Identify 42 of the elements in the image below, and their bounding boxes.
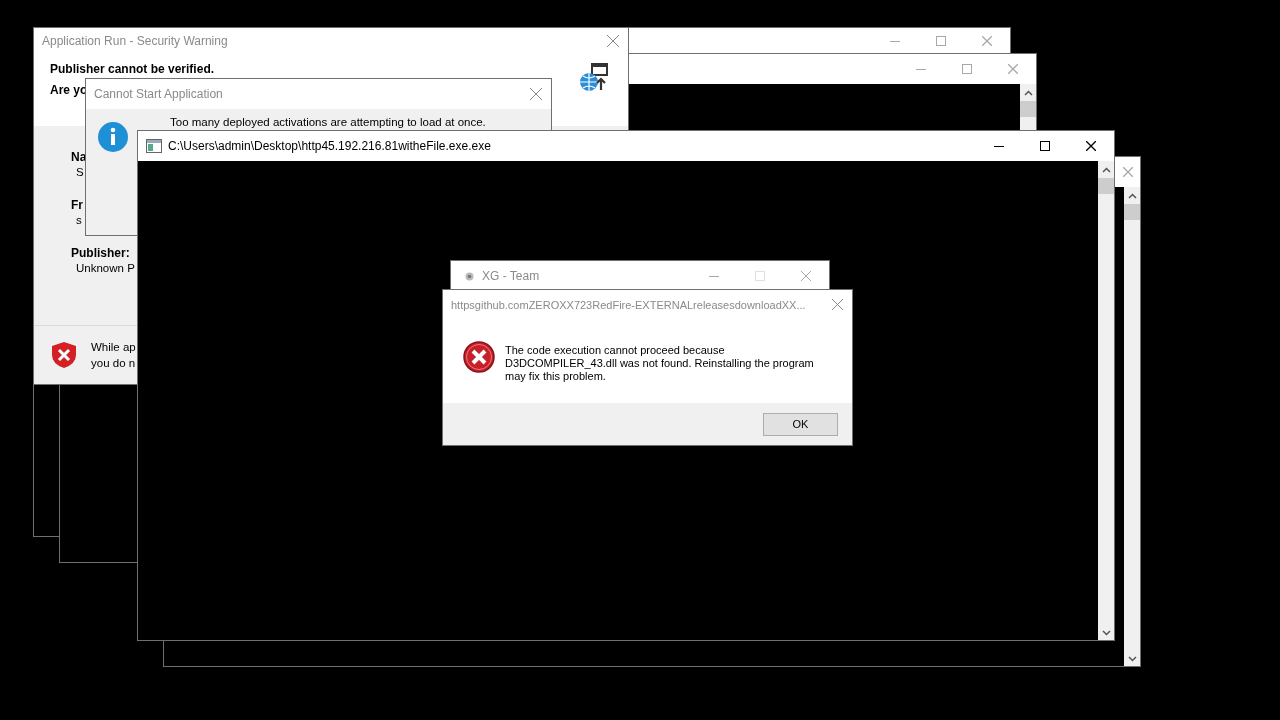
close-icon bbox=[801, 271, 811, 281]
window-title: httpsgithub.comZEROXX723RedFire-EXTERNALreleasesdownloadXX... bbox=[451, 298, 806, 311]
maximize-icon bbox=[1040, 141, 1050, 151]
scrollbar[interactable] bbox=[1124, 187, 1140, 666]
scrollbar[interactable] bbox=[1098, 161, 1114, 640]
close-icon bbox=[1123, 167, 1133, 177]
scrollbar-thumb[interactable] bbox=[1098, 178, 1114, 194]
field-label: Fr bbox=[71, 198, 83, 213]
up-caret-icon bbox=[1101, 167, 1111, 173]
console-icon bbox=[146, 139, 162, 153]
up-caret-icon bbox=[1023, 90, 1033, 96]
window-title: C:\Users\admin\Desktop\http45.192.216.81witheFile.exe.exe bbox=[168, 139, 491, 153]
warning-text: you do n bbox=[91, 356, 136, 371]
heading: Publisher cannot be verified. bbox=[50, 62, 215, 76]
field-label: Publisher: bbox=[71, 246, 130, 261]
globe-icon bbox=[578, 62, 610, 94]
scrollbar-thumb[interactable] bbox=[1124, 204, 1140, 220]
message-text: The code execution cannot proceed because D3DCOMPILER_43.dll was not found. Reinstalling the program may fix this problem. bbox=[505, 344, 815, 383]
field-value: S bbox=[75, 165, 84, 180]
error-icon bbox=[463, 341, 495, 373]
up-caret-icon bbox=[1127, 193, 1137, 199]
close-icon bbox=[607, 34, 619, 47]
message-text: Too many deployed activations are attempting to load at once. bbox=[170, 116, 486, 129]
warning-text: While ap bbox=[91, 340, 136, 355]
scrollbar-thumb[interactable] bbox=[1020, 101, 1036, 117]
field-value: s bbox=[75, 213, 82, 228]
down-caret-icon bbox=[1127, 656, 1137, 662]
scrollbar[interactable] bbox=[1020, 84, 1036, 131]
window-title: Cannot Start Application bbox=[94, 87, 223, 101]
shield-icon bbox=[51, 341, 77, 369]
window-title: Application Run - Security Warning bbox=[42, 33, 228, 48]
app-icon bbox=[465, 271, 474, 281]
maximize-icon bbox=[962, 64, 972, 74]
info-icon bbox=[98, 122, 128, 152]
close-icon bbox=[530, 88, 542, 100]
window-title: XG - Team bbox=[482, 269, 540, 283]
maximize-icon bbox=[936, 35, 946, 46]
down-caret-icon bbox=[1101, 630, 1111, 636]
ok-button[interactable]: OK bbox=[763, 412, 838, 436]
close-icon bbox=[831, 299, 843, 310]
maximize-icon bbox=[755, 271, 765, 281]
field-value: Unknown P bbox=[75, 261, 135, 276]
